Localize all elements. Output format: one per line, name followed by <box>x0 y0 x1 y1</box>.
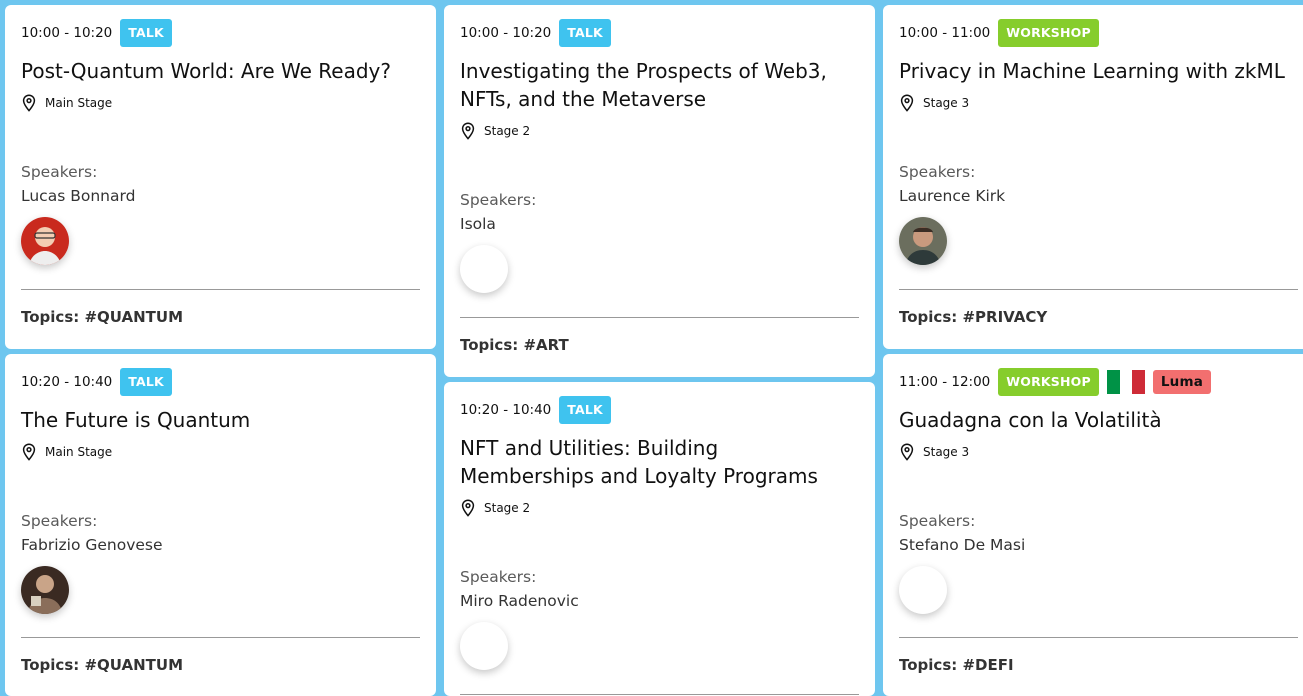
session-meta: 10:00 - 10:20 TALK <box>21 19 180 47</box>
session-title[interactable]: Privacy in Machine Learning with zkML <box>899 57 1294 85</box>
map-pin-icon <box>461 499 475 517</box>
session-title[interactable]: Investigating the Prospects of Web3, NFT… <box>460 57 855 113</box>
luma-tag[interactable]: Luma <box>1152 370 1212 394</box>
speakers-label: Speakers: <box>460 191 537 209</box>
location-label: Stage 2 <box>484 501 531 515</box>
session-location: Stage 2 <box>460 122 530 140</box>
speaker-avatar[interactable] <box>21 566 69 614</box>
session-meta: 11:00 - 12:00 WORKSHOP Luma <box>899 368 1219 396</box>
session-type-badge: TALK <box>120 19 172 47</box>
speakers-label: Speakers: <box>899 163 976 181</box>
session-meta: 10:20 - 10:40 TALK <box>460 396 619 424</box>
session-time: 10:20 - 10:40 <box>460 402 552 418</box>
speaker-avatar[interactable] <box>21 217 69 265</box>
session-meta: 10:00 - 10:20 TALK <box>460 19 619 47</box>
speaker-name[interactable]: Miro Radenovic <box>460 592 579 610</box>
speaker-name[interactable]: Laurence Kirk <box>899 187 1005 205</box>
session-type-badge: WORKSHOP <box>998 19 1099 47</box>
speaker-name[interactable]: Isola <box>460 215 496 233</box>
card-divider <box>460 694 859 695</box>
card-divider <box>21 637 420 638</box>
session-topics[interactable]: Topics: #QUANTUM <box>21 308 183 326</box>
session-topics[interactable]: Topics: #DEFI <box>899 656 1014 674</box>
italy-flag-icon <box>1106 370 1145 394</box>
session-time: 10:20 - 10:40 <box>21 374 113 390</box>
speaker-name[interactable]: Lucas Bonnard <box>21 187 135 205</box>
session-topics[interactable]: Topics: #QUANTUM <box>21 656 183 674</box>
speakers-label: Speakers: <box>460 568 537 586</box>
card-divider <box>899 289 1298 290</box>
speaker-avatar[interactable] <box>899 566 947 614</box>
session-type-badge: WORKSHOP <box>998 368 1099 396</box>
session-meta: 10:20 - 10:40 TALK <box>21 368 180 396</box>
session-time: 10:00 - 10:20 <box>21 25 113 41</box>
speaker-name[interactable]: Fabrizio Genovese <box>21 536 163 554</box>
speaker-avatar[interactable] <box>899 217 947 265</box>
session-card[interactable]: 11:00 - 12:00 WORKSHOP Luma Guadagna con… <box>883 354 1303 696</box>
card-divider <box>460 317 859 318</box>
session-title[interactable]: Guadagna con la Volatilità <box>899 406 1294 434</box>
session-card[interactable]: 10:20 - 10:40 TALK NFT and Utilities: Bu… <box>444 382 875 696</box>
session-time: 10:00 - 10:20 <box>460 25 552 41</box>
session-title[interactable]: The Future is Quantum <box>21 406 416 434</box>
location-label: Main Stage <box>45 96 113 110</box>
location-label: Stage 3 <box>923 96 970 110</box>
session-location: Stage 3 <box>899 94 969 112</box>
speakers-label: Speakers: <box>899 512 976 530</box>
session-topics[interactable]: Topics: #ART <box>460 336 569 354</box>
session-title[interactable]: Post-Quantum World: Are We Ready? <box>21 57 416 85</box>
map-pin-icon <box>22 94 36 112</box>
speaker-avatar[interactable] <box>460 245 508 293</box>
card-divider <box>21 289 420 290</box>
session-card[interactable]: 10:20 - 10:40 TALK The Future is Quantum… <box>5 354 436 696</box>
session-time: 10:00 - 11:00 <box>899 25 991 41</box>
card-divider <box>899 637 1298 638</box>
session-type-badge: TALK <box>120 368 172 396</box>
location-label: Stage 2 <box>484 124 531 138</box>
session-location: Main Stage <box>21 443 112 461</box>
session-location: Stage 2 <box>460 499 530 517</box>
location-label: Main Stage <box>45 445 113 459</box>
session-title[interactable]: NFT and Utilities: Building Memberships … <box>460 434 855 490</box>
session-meta: 10:00 - 11:00 WORKSHOP <box>899 19 1107 47</box>
session-topics[interactable]: Topics: #PRIVACY <box>899 308 1047 326</box>
session-card[interactable]: 10:00 - 10:20 TALK Investigating the Pro… <box>444 5 875 377</box>
location-label: Stage 3 <box>923 445 970 459</box>
speakers-label: Speakers: <box>21 512 98 530</box>
map-pin-icon <box>900 443 914 461</box>
map-pin-icon <box>900 94 914 112</box>
session-type-badge: TALK <box>559 396 611 424</box>
speakers-label: Speakers: <box>21 163 98 181</box>
speaker-name[interactable]: Stefano De Masi <box>899 536 1025 554</box>
session-type-badge: TALK <box>559 19 611 47</box>
session-card[interactable]: 10:00 - 11:00 WORKSHOP Privacy in Machin… <box>883 5 1303 349</box>
speaker-avatar[interactable] <box>460 622 508 670</box>
session-card[interactable]: 10:00 - 10:20 TALK Post-Quantum World: A… <box>5 5 436 349</box>
session-time: 11:00 - 12:00 <box>899 374 991 390</box>
map-pin-icon <box>22 443 36 461</box>
session-location: Stage 3 <box>899 443 969 461</box>
session-location: Main Stage <box>21 94 112 112</box>
map-pin-icon <box>461 122 475 140</box>
